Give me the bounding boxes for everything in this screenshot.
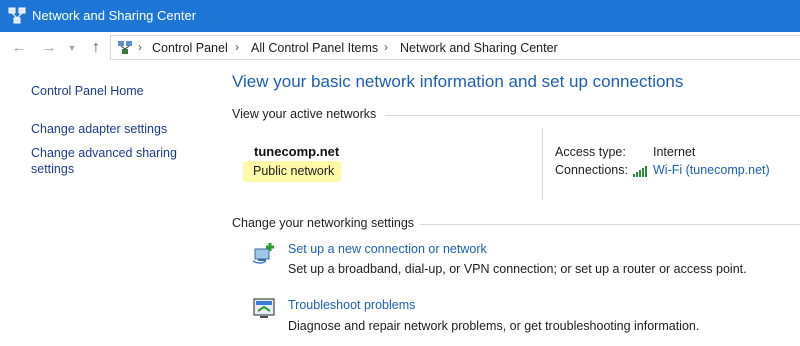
new-connection-icon bbox=[252, 243, 274, 264]
active-networks-heading: View your active networks bbox=[232, 107, 377, 121]
address-bar: ← → ▼ ↑ › Control Panel › All Control Pa… bbox=[0, 32, 800, 64]
troubleshoot-description: Diagnose and repair network problems, or… bbox=[288, 319, 700, 333]
troubleshoot-icon bbox=[253, 298, 275, 318]
network-name: tunecomp.net bbox=[254, 144, 340, 159]
setup-connection-link[interactable]: Set up a new connection or network bbox=[288, 242, 487, 256]
wifi-signal-icon bbox=[633, 166, 647, 177]
window-title: Network and Sharing Center bbox=[32, 8, 197, 23]
access-type-label: Access type: bbox=[555, 145, 626, 159]
sidebar-item-adapter-settings[interactable]: Change adapter settings bbox=[31, 121, 167, 137]
breadcrumb[interactable]: › Control Panel › All Control Panel Item… bbox=[110, 35, 800, 60]
up-arrow-icon[interactable]: ↑ bbox=[87, 39, 105, 57]
back-arrow-icon[interactable]: ← bbox=[10, 39, 28, 57]
network-type-badge[interactable]: Public network bbox=[243, 161, 341, 182]
section-divider bbox=[385, 115, 800, 116]
recent-locations-chevron-icon[interactable]: ▼ bbox=[66, 39, 78, 57]
title-bar: Network and Sharing Center bbox=[0, 0, 800, 32]
connections-label: Connections: bbox=[555, 163, 628, 177]
breadcrumb-separator-icon[interactable]: › bbox=[138, 40, 142, 54]
vertical-divider bbox=[542, 128, 543, 200]
breadcrumb-separator-icon[interactable]: › bbox=[384, 40, 388, 54]
networking-settings-heading: Change your networking settings bbox=[232, 216, 415, 230]
setup-connection-description: Set up a broadband, dial-up, or VPN conn… bbox=[288, 262, 747, 276]
sidebar-item-advanced-sharing[interactable]: Change advanced sharing settings bbox=[31, 145, 191, 177]
left-pane: Control Panel Home Change adapter settin… bbox=[0, 64, 218, 346]
network-center-icon bbox=[8, 7, 26, 24]
breadcrumb-all-items[interactable]: All Control Panel Items bbox=[251, 41, 378, 55]
control-panel-icon bbox=[118, 41, 132, 54]
section-divider bbox=[420, 224, 800, 225]
sidebar-item-control-panel-home[interactable]: Control Panel Home bbox=[31, 83, 144, 99]
access-type-value: Internet bbox=[653, 145, 696, 159]
wifi-connection-link[interactable]: Wi-Fi (tunecomp.net) bbox=[653, 163, 770, 177]
page-title: View your basic network information and … bbox=[232, 72, 684, 91]
breadcrumb-separator-icon[interactable]: › bbox=[235, 40, 239, 54]
breadcrumb-control-panel[interactable]: Control Panel bbox=[152, 41, 228, 55]
troubleshoot-link[interactable]: Troubleshoot problems bbox=[288, 298, 415, 312]
forward-arrow-icon[interactable]: → bbox=[40, 39, 58, 57]
breadcrumb-network-center[interactable]: Network and Sharing Center bbox=[400, 41, 558, 55]
